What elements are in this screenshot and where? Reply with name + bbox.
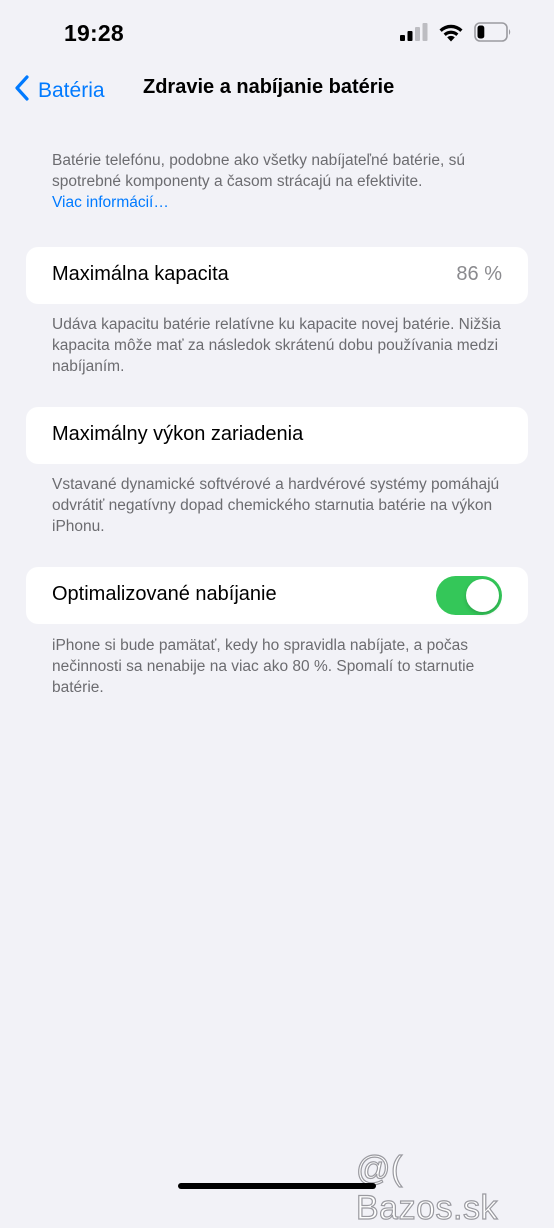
max-capacity-row: Maximálna kapacita 86 % (26, 247, 528, 304)
intro-description: Batérie telefónu, podobne ako všetky nab… (52, 150, 512, 213)
home-indicator[interactable] (178, 1183, 376, 1189)
navigation-bar: Batéria Zdravie a nabíjanie batérie (0, 66, 554, 114)
intro-text: Batérie telefónu, podobne ako všetky nab… (52, 152, 465, 190)
status-bar: 19:28 (0, 0, 554, 64)
status-icons (400, 22, 512, 47)
optimized-charging-footnote: iPhone si bude pamätať, kedy ho spravidl… (52, 637, 475, 696)
max-capacity-label: Maximálna kapacita (52, 263, 229, 285)
watermark: @( Bazos.sk (355, 1149, 498, 1227)
wifi-icon (438, 23, 464, 47)
cellular-signal-icon (400, 23, 428, 46)
max-capacity-value: 86 % (456, 263, 502, 285)
optimized-charging-toggle[interactable] (436, 576, 502, 615)
optimized-charging-row: Optimalizované nabíjanie (26, 567, 528, 624)
toggle-knob (466, 579, 499, 612)
back-label: Batéria (38, 78, 105, 102)
battery-icon (474, 22, 512, 47)
chevron-left-icon (14, 74, 30, 107)
back-button[interactable]: Batéria (14, 74, 105, 107)
peak-performance-row: Maximálny výkon zariadenia (26, 407, 528, 464)
max-capacity-footnote: Udáva kapacitu batérie relatívne ku kapa… (52, 316, 501, 375)
optimized-charging-label: Optimalizované nabíjanie (52, 583, 277, 605)
more-info-link[interactable]: Viac informácií… (52, 192, 512, 213)
page-title: Zdravie a nabíjanie batérie (143, 76, 395, 98)
peak-performance-label: Maximálny výkon zariadenia (52, 423, 304, 445)
status-time: 19:28 (64, 20, 124, 46)
peak-performance-footnote: Vstavané dynamické softvérové a hardvéro… (52, 476, 500, 535)
